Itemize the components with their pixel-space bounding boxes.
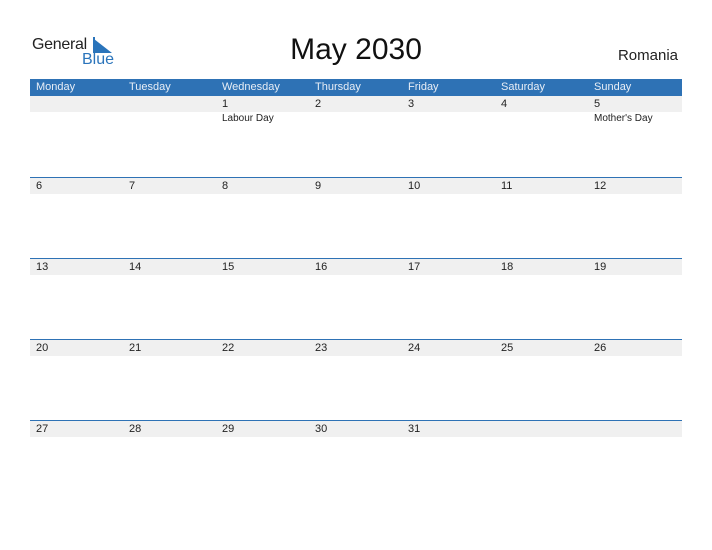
day-number: 8 — [222, 180, 229, 192]
day-number: 26 — [594, 342, 607, 354]
day-number: 25 — [501, 342, 514, 354]
calendar-title: May 2030 — [290, 33, 422, 66]
day-number: 9 — [315, 180, 322, 192]
holiday-label — [309, 112, 402, 126]
weekday-saturday: Saturday — [501, 81, 546, 93]
calendar-week: 27 28 29 30 31 — [30, 420, 682, 501]
day-number: 13 — [36, 261, 49, 273]
day-number: 17 — [408, 261, 421, 273]
date-strip: 27 28 29 30 31 — [30, 421, 682, 437]
weekday-sunday: Sunday — [594, 81, 632, 93]
weekday-wednesday: Wednesday — [222, 81, 280, 93]
calendar-grid: Monday Tuesday Wednesday Thursday Friday… — [30, 79, 682, 501]
holiday-label — [402, 112, 495, 126]
holiday-label: Labour Day — [222, 113, 274, 124]
day-number: 14 — [129, 261, 142, 273]
day-number: 18 — [501, 261, 514, 273]
holiday-label — [30, 112, 123, 126]
day-number: 4 — [501, 98, 508, 110]
day-number — [588, 421, 681, 437]
day-number: 5 — [594, 98, 601, 110]
holiday-label — [123, 112, 216, 126]
day-number: 23 — [315, 342, 328, 354]
day-number: 24 — [408, 342, 421, 354]
day-number: 11 — [501, 180, 513, 192]
calendar-week: 20 21 22 23 24 25 26 — [30, 339, 682, 420]
day-number: 16 — [315, 261, 328, 273]
day-number: 29 — [222, 423, 235, 435]
day-number: 7 — [129, 180, 136, 192]
day-number: 28 — [129, 423, 142, 435]
date-strip: 20 21 22 23 24 25 26 — [30, 340, 682, 356]
weekday-thursday: Thursday — [315, 81, 361, 93]
day-number — [495, 421, 588, 437]
calendar-week: 13 14 15 16 17 18 19 — [30, 258, 682, 339]
day-number — [123, 96, 216, 112]
weekday-friday: Friday — [408, 81, 439, 93]
date-strip: 1 2 3 4 5 — [30, 96, 682, 112]
calendar-week: 6 7 8 9 10 11 12 — [30, 177, 682, 258]
date-strip: 6 7 8 9 10 11 12 — [30, 178, 682, 194]
date-strip: 13 14 15 16 17 18 19 — [30, 259, 682, 275]
day-number: 20 — [36, 342, 49, 354]
day-number: 6 — [36, 180, 43, 192]
day-number: 10 — [408, 180, 421, 192]
day-number: 19 — [594, 261, 607, 273]
day-number — [30, 96, 123, 112]
day-number: 2 — [315, 98, 322, 110]
weekday-header: Monday Tuesday Wednesday Thursday Friday… — [30, 79, 682, 96]
day-number: 31 — [408, 423, 421, 435]
day-number: 1 — [222, 98, 229, 110]
holiday-label: Mother's Day — [594, 113, 653, 124]
day-number: 21 — [129, 342, 142, 354]
country-label: Romania — [617, 47, 678, 64]
day-number: 15 — [222, 261, 235, 273]
day-number: 27 — [36, 423, 49, 435]
weekday-monday: Monday — [36, 81, 76, 93]
holiday-row: Labour Day Mother's Day — [30, 112, 682, 126]
day-number: 22 — [222, 342, 235, 354]
day-number: 3 — [408, 98, 415, 110]
day-number: 30 — [315, 423, 328, 435]
holiday-label — [495, 112, 588, 126]
weekday-tuesday: Tuesday — [129, 81, 171, 93]
day-number: 12 — [594, 180, 607, 192]
calendar-week: 1 2 3 4 5 Labour Day Mother's Day — [30, 96, 682, 177]
